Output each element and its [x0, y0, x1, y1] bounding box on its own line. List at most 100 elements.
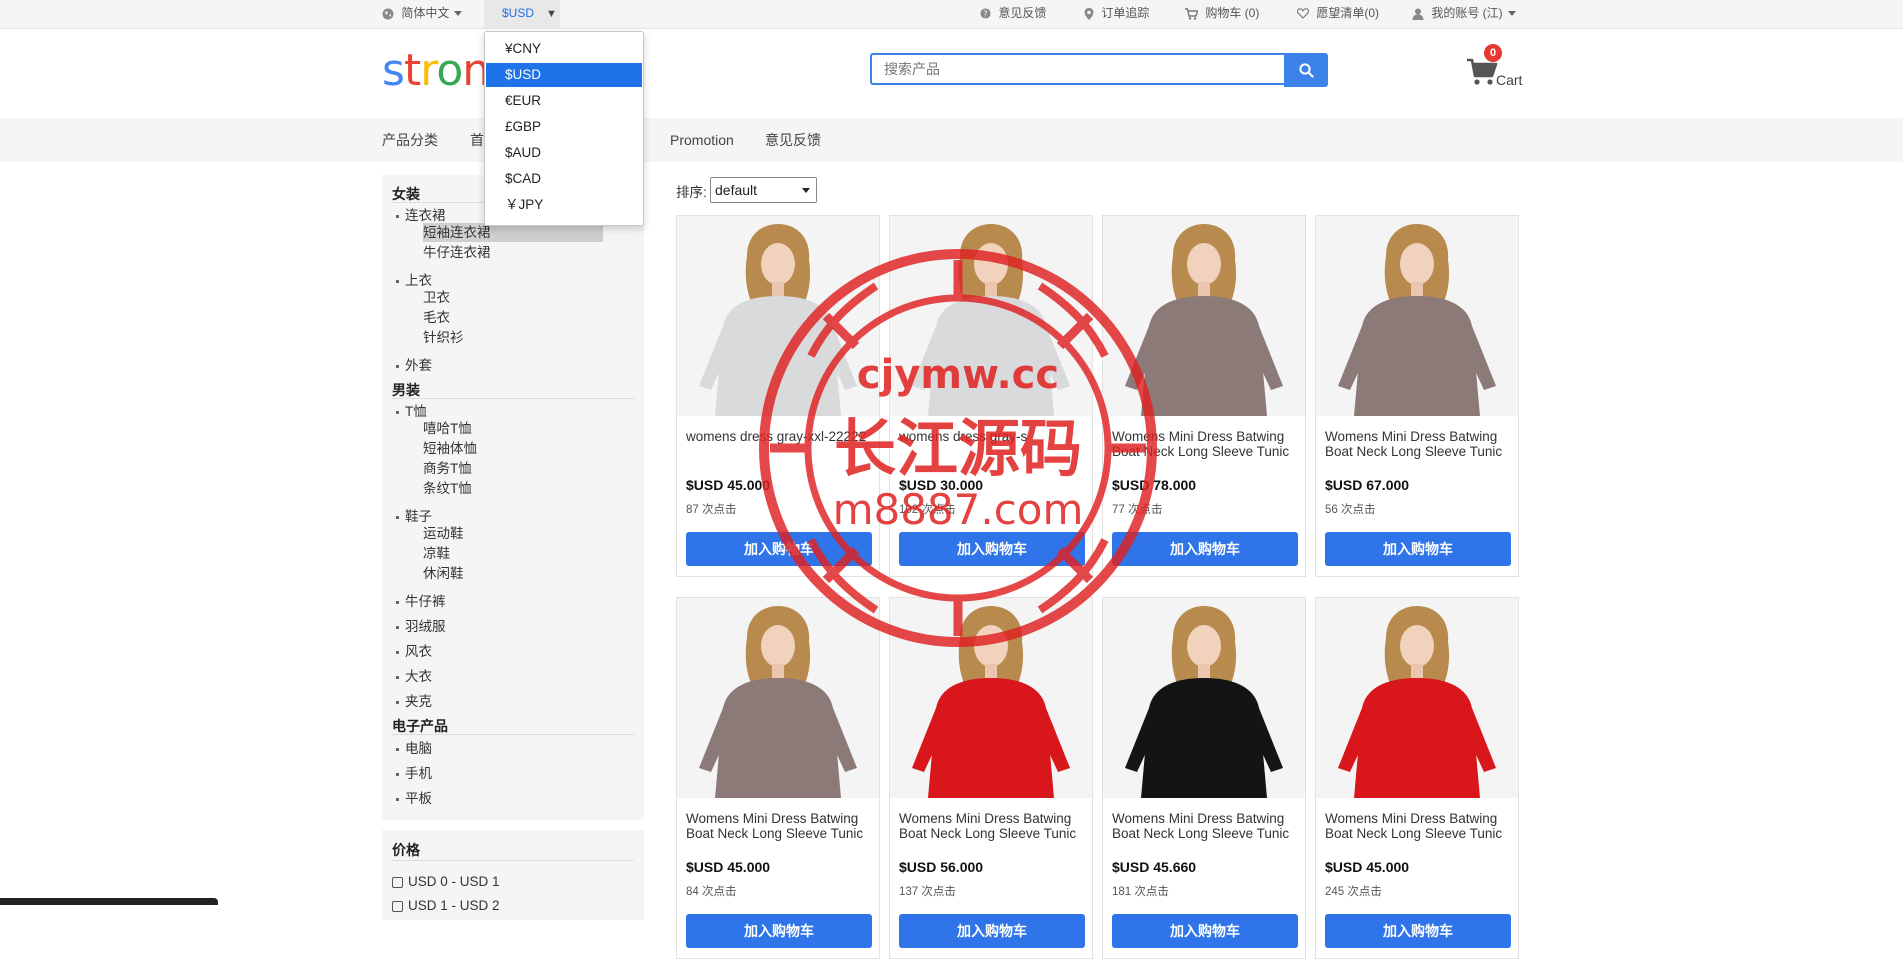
product-image[interactable]	[890, 216, 1092, 416]
search-icon	[1298, 62, 1314, 78]
wishlist-link[interactable]: 愿望清单(0)	[1296, 0, 1380, 28]
product-price: $USD 45.000	[686, 859, 771, 875]
product-card[interactable]: Womens Mini Dress Batwing Boat Neck Long…	[1102, 215, 1306, 577]
add-to-cart-button[interactable]: 加入购物车	[1112, 532, 1298, 566]
subcategory-item[interactable]: 大衣	[396, 665, 432, 685]
subcategory-item[interactable]: 夹克	[396, 690, 432, 710]
sort-select[interactable]: default	[710, 177, 817, 203]
wishlist-label: 愿望清单(0)	[1316, 6, 1380, 20]
product-image[interactable]	[677, 216, 879, 416]
category-title[interactable]: 男装	[392, 380, 634, 399]
add-to-cart-button[interactable]: 加入购物车	[686, 914, 872, 948]
product-card[interactable]: womens dress gray-xxl-22222 $USD 45.000 87…	[676, 215, 880, 577]
feedback-link[interactable]: ? 意见反馈	[980, 0, 1046, 28]
add-to-cart-button[interactable]: 加入购物车	[899, 914, 1085, 948]
nav-item-categories[interactable]: 产品分类	[382, 118, 438, 162]
currency-option-cny[interactable]: ¥CNY	[486, 37, 642, 61]
product-name[interactable]: Womens Mini Dress Batwing Boat Neck Long…	[899, 811, 1087, 841]
price-range-option[interactable]: USD 1 - USD 2	[392, 898, 500, 913]
add-to-cart-button[interactable]: 加入购物车	[1325, 914, 1511, 948]
product-card[interactable]: Womens Mini Dress Batwing Boat Neck Long…	[1315, 215, 1519, 577]
subcategory-item[interactable]: 平板	[396, 787, 432, 807]
subcategory-item[interactable]: 鞋子	[396, 505, 432, 525]
add-to-cart-button[interactable]: 加入购物车	[899, 532, 1085, 566]
currency-option-cad[interactable]: $CAD	[486, 167, 642, 191]
product-image[interactable]	[1103, 598, 1305, 798]
shopping-cart-icon	[1185, 8, 1199, 20]
triangle-down-icon: ▼	[546, 8, 557, 20]
category-title[interactable]: 电子产品	[392, 716, 634, 735]
currency-option-aud[interactable]: $AUD	[486, 141, 642, 165]
checkbox-icon[interactable]	[392, 900, 403, 912]
subcategory-item[interactable]: 外套	[396, 354, 432, 374]
order-tracking-link[interactable]: 订单追踪	[1084, 0, 1149, 28]
search-button[interactable]	[1284, 53, 1328, 87]
product-image[interactable]	[890, 598, 1092, 798]
cart-link[interactable]: 购物车 (0)	[1185, 0, 1259, 28]
nav-item-promotion[interactable]: Promotion	[670, 118, 734, 162]
product-image[interactable]	[1316, 216, 1518, 416]
search-input[interactable]	[870, 53, 1284, 85]
product-name[interactable]: Womens Mini Dress Batwing Boat Neck Long…	[1325, 811, 1513, 841]
add-to-cart-button[interactable]: 加入购物车	[1112, 914, 1298, 948]
price-range-option[interactable]: USD 0 - USD 1	[392, 874, 500, 889]
product-click-count: 77 次点击	[1112, 504, 1163, 516]
language-selector[interactable]: 简体中文	[382, 0, 463, 28]
cart-link-label: 购物车 (0)	[1205, 6, 1260, 20]
subcategory-item[interactable]: 上衣	[396, 269, 432, 289]
map-pin-icon	[1084, 7, 1094, 20]
product-name[interactable]: womens dress gray-s	[899, 429, 1087, 444]
product-image[interactable]	[1103, 216, 1305, 416]
sort-value: default	[715, 182, 758, 198]
add-to-cart-button[interactable]: 加入购物车	[686, 532, 872, 566]
price-filter: 价格 USD 0 - USD 1 USD 1 - USD 2	[382, 830, 644, 920]
category-leaf[interactable]: 毛衣	[423, 308, 450, 327]
subcategory-item[interactable]: 手机	[396, 762, 432, 782]
subcategory-item[interactable]: 风衣	[396, 640, 432, 660]
subcategory-item[interactable]: T恤	[396, 400, 427, 420]
add-to-cart-button[interactable]: 加入购物车	[1325, 532, 1511, 566]
product-click-count: 102 次点击	[899, 504, 956, 516]
category-leaf[interactable]: 卫衣	[423, 288, 450, 307]
product-name[interactable]: Womens Mini Dress Batwing Boat Neck Long…	[1112, 811, 1300, 841]
currency-option-usd[interactable]: $USD	[486, 63, 642, 87]
product-price: $USD 30.000	[899, 477, 984, 493]
subcategory-item[interactable]: 牛仔裤	[396, 590, 446, 610]
category-leaf[interactable]: 运动鞋	[423, 524, 464, 543]
account-menu[interactable]: 我的账号 (江)	[1412, 0, 1516, 28]
product-name[interactable]: womens dress gray-xxl-22222	[686, 429, 874, 444]
product-click-count: 87 次点击	[686, 504, 737, 516]
category-leaf[interactable]: 条纹T恤	[423, 479, 472, 498]
currency-option-jpy[interactable]: ￥JPY	[486, 193, 642, 217]
category-leaf[interactable]: 商务T恤	[423, 459, 472, 478]
category-leaf[interactable]: 嘻哈T恤	[423, 419, 472, 438]
checkbox-icon[interactable]	[392, 876, 403, 888]
category-leaf[interactable]: 牛仔连衣裙	[423, 243, 491, 262]
currency-selector[interactable]: $USD ▼	[484, 0, 560, 28]
product-image[interactable]	[677, 598, 879, 798]
product-image[interactable]	[1316, 598, 1518, 798]
product-name[interactable]: Womens Mini Dress Batwing Boat Neck Long…	[1112, 429, 1300, 459]
category-leaf[interactable]: 针织衫	[423, 328, 464, 347]
product-name[interactable]: Womens Mini Dress Batwing Boat Neck Long…	[1325, 429, 1513, 459]
subcategory-item[interactable]: 连衣裙	[396, 204, 446, 224]
nav-item-feedback[interactable]: 意见反馈	[765, 118, 821, 162]
category-leaf[interactable]: 休闲鞋	[423, 564, 464, 583]
category-leaf[interactable]: 凉鞋	[423, 544, 450, 563]
currency-dropdown: ¥CNY $USD €EUR £GBP $AUD $CAD ￥JPY	[484, 31, 644, 226]
top-bar: 简体中文 $USD ▼ ? 意见反馈 订单追踪 购物车 (0) 愿望清单(0) 我…	[0, 0, 1903, 29]
product-click-count: 56 次点击	[1325, 504, 1376, 516]
currency-option-gbp[interactable]: £GBP	[486, 115, 642, 139]
svg-text:?: ?	[983, 9, 987, 19]
header-cart[interactable]: 0 Cart	[1466, 44, 1526, 90]
nav-item-home[interactable]: 首	[470, 118, 484, 162]
product-click-count: 181 次点击	[1112, 886, 1169, 898]
sort-label: 排序:	[676, 185, 707, 200]
product-name[interactable]: Womens Mini Dress Batwing Boat Neck Long…	[686, 811, 874, 841]
category-leaf[interactable]: 短袖体恤	[423, 439, 477, 458]
account-label: 我的账号 (江)	[1431, 6, 1503, 20]
currency-option-eur[interactable]: €EUR	[486, 89, 642, 113]
subcategory-item[interactable]: 电脑	[396, 737, 432, 757]
subcategory-item[interactable]: 羽绒服	[396, 615, 446, 635]
product-card[interactable]: womens dress gray-s $USD 30.000 102 次点击加入购…	[889, 215, 1093, 577]
